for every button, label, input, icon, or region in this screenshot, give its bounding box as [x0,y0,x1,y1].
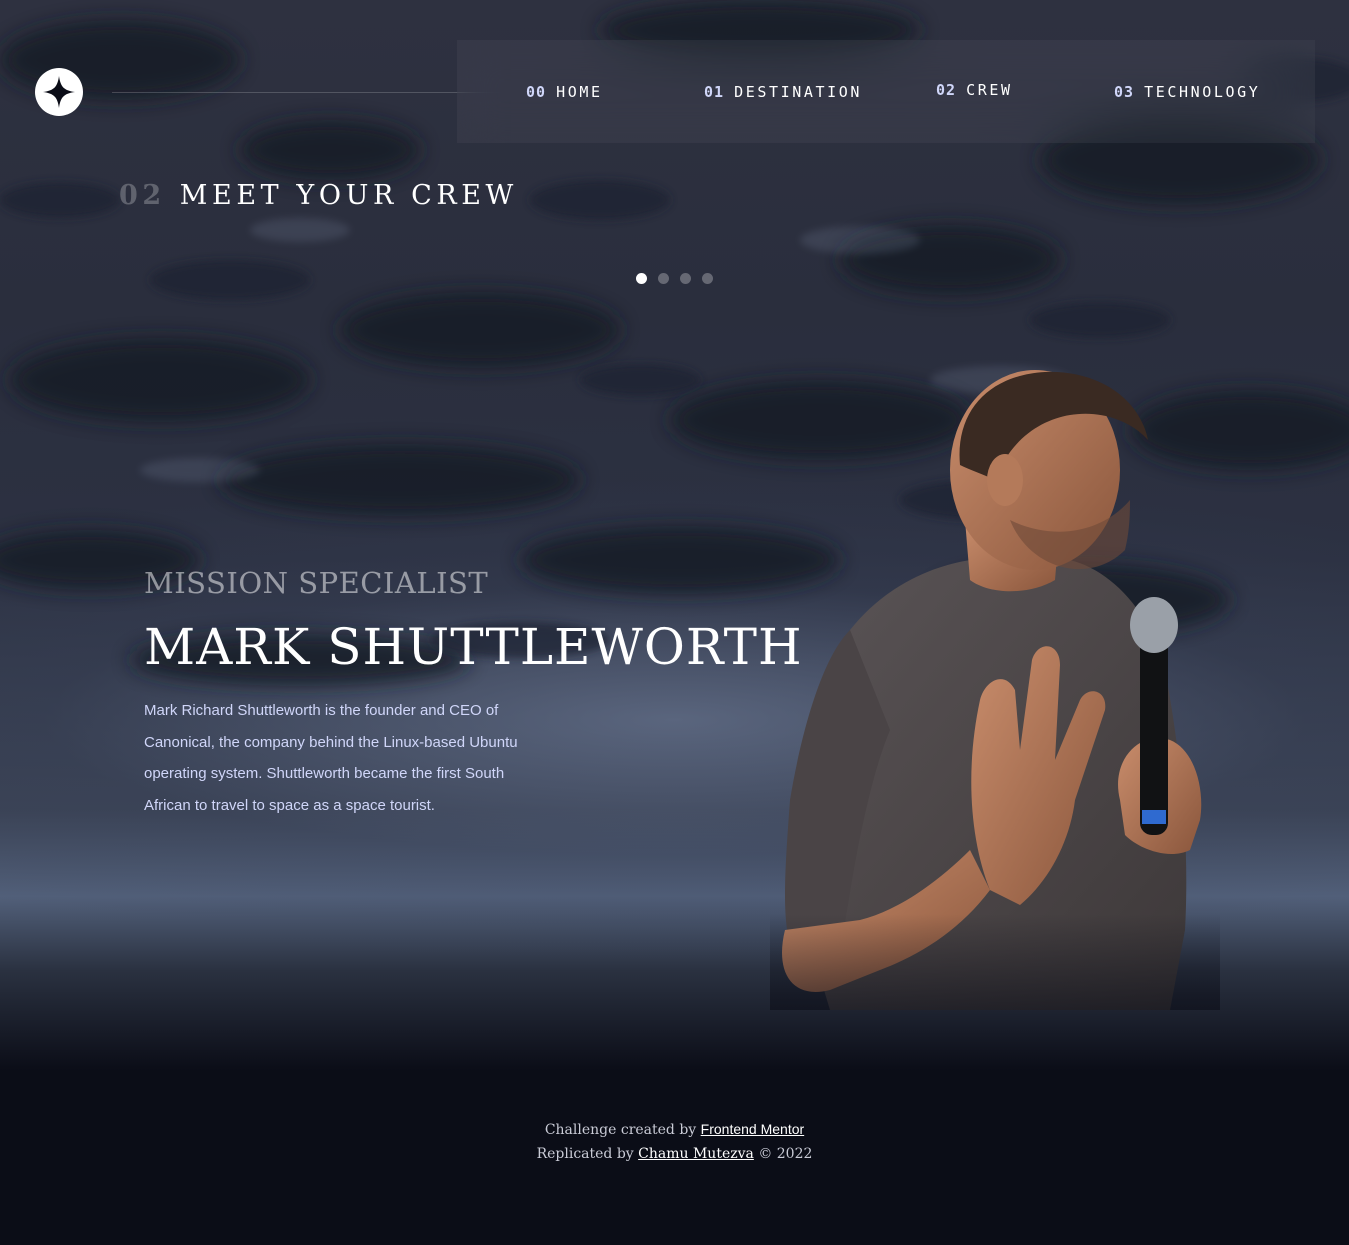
nav-item-crew[interactable]: 02 CREW [936,40,1013,143]
footer-attribution: Challenge created by Frontend Mentor Rep… [0,1117,1349,1166]
carousel-dot-1[interactable] [636,273,647,284]
star-icon [43,76,75,108]
nav-item-label: DESTINATION [734,82,863,101]
crew-role: Mission Specialist [144,566,489,600]
main-navigation: 00 HOME 01 DESTINATION 02 CREW 03 TECHNO… [457,40,1315,143]
page-title: 02 MEET YOUR CREW [119,180,518,211]
frontend-mentor-link[interactable]: Frontend Mentor [701,1121,805,1137]
footer-line-2: Replicated by Chamu Mutezva © 2022 [0,1142,1349,1166]
footer-replicated-text: Replicated by [536,1146,634,1162]
nav-item-number: 02 [936,81,957,99]
page-title-number: 02 [119,180,166,211]
crew-bio: Mark Richard Shuttleworth is the founder… [144,702,518,814]
nav-item-label: HOME [556,82,603,101]
nav-item-destination[interactable]: 01 DESTINATION [704,40,862,143]
star-logo-icon[interactable] [35,68,83,116]
author-link[interactable]: Chamu Mutezva [638,1146,754,1162]
carousel-dot-4[interactable] [702,273,713,284]
carousel-dot-3[interactable] [680,273,691,284]
crew-carousel-dots [636,273,713,284]
footer-line-1: Challenge created by Frontend Mentor [0,1117,1349,1142]
nav-item-number: 01 [704,82,725,101]
footer-challenge-text: Challenge created by [544,1122,697,1138]
page-title-text: MEET YOUR CREW [179,180,518,211]
nav-item-number: 00 [526,82,547,101]
footer-copyright: © 2022 [758,1146,813,1162]
header-divider [112,92,502,93]
nav-item-home[interactable]: 00 HOME [526,40,603,143]
carousel-dot-2[interactable] [658,273,669,284]
nav-item-label: TECHNOLOGY [1144,82,1261,101]
nav-item-label: CREW [966,81,1013,99]
nav-item-number: 03 [1114,82,1135,101]
crew-portrait-image [770,370,1220,1010]
nav-item-technology[interactable]: 03 TECHNOLOGY [1114,40,1260,143]
crew-name: Mark Shuttleworth [144,618,803,676]
